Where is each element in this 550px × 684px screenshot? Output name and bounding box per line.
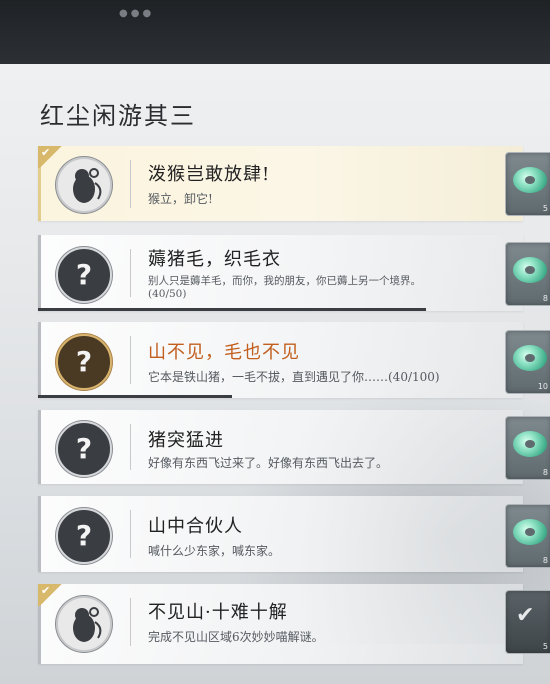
reward-slot[interactable]: 8 [505, 242, 550, 306]
quest-progress-text: (40/50) [148, 288, 187, 300]
jade-ring-icon [513, 167, 547, 193]
quest-card[interactable]: ✔ 泼猴岂敢放肆! 猴立，卸它! [38, 146, 523, 221]
question-icon: ? [56, 247, 112, 303]
quest-progress-bar [38, 395, 232, 398]
jade-ring-icon [513, 431, 547, 457]
card-accent [38, 496, 41, 572]
question-icon: ? [56, 508, 112, 564]
monkey-icon [56, 157, 112, 213]
reward-count: 8 [542, 468, 548, 477]
card-accent [38, 322, 41, 398]
card-divider [130, 424, 131, 470]
card-divider [130, 510, 131, 558]
reward-count: 8 [542, 294, 548, 303]
quest-title: 不见山·十难十解 [148, 602, 288, 623]
card-accent [38, 410, 41, 484]
jade-ring-icon [513, 257, 547, 283]
quest-panel: 红尘闲游其三 ✔ 泼猴岂敢放肆! 猴立，卸它! 5 ? 薅猪毛，织毛衣 别人只是… [0, 64, 550, 684]
jade-ring-icon [513, 345, 547, 371]
reward-count: 8 [542, 556, 548, 565]
window-handle-dots: ●●● [119, 8, 155, 19]
card-divider [130, 160, 131, 208]
quest-card[interactable]: ? 薅猪毛，织毛衣 别人只是薅羊毛，而你，我的朋友，你已薅上另一个境界。 (40… [38, 235, 523, 311]
quest-title: 泼猴岂敢放肆! [148, 164, 271, 185]
quest-card[interactable]: ? 山中合伙人 喊什么少东家，喊东家。 [38, 496, 523, 572]
quest-title: 山中合伙人 [148, 516, 243, 537]
check-icon: ✔ [516, 603, 535, 628]
quest-card[interactable]: ✔ 不见山·十难十解 完成不见山区域6次妙妙喵解谜。 [38, 584, 523, 664]
card-divider [130, 598, 131, 646]
reward-count: 5 [542, 642, 548, 651]
quest-title: 薅猪毛，织毛衣 [148, 249, 281, 270]
card-accent [38, 235, 41, 311]
quest-desc: 完成不见山区域6次妙妙喵解谜。 [148, 630, 324, 644]
page-title: 红尘闲游其三 [40, 102, 196, 130]
jade-ring-icon [513, 519, 547, 545]
reward-count: 5 [542, 204, 548, 213]
quest-title: 猪突猛进 [148, 430, 224, 451]
quest-desc: 好像有东西飞过来了。好像有东西飞出去了。 [148, 456, 389, 470]
reward-slot[interactable]: 10 [505, 330, 550, 394]
monkey-icon [56, 596, 112, 652]
reward-slot-claimed[interactable]: ✔ 5 [505, 590, 550, 654]
quest-progress-bar [38, 308, 426, 311]
quest-desc: 猴立，卸它! [148, 192, 213, 206]
quest-desc: 别人只是薅羊毛，而你，我的朋友，你已薅上另一个境界。 [148, 275, 421, 287]
quest-card[interactable]: ? 山不见，毛也不见 它本是铁山猪，一毛不拔，直到遇见了你……(40/100) [38, 322, 523, 398]
quest-desc: 喊什么少东家，喊东家。 [148, 544, 281, 558]
quest-title: 山不见，毛也不见 [148, 342, 300, 363]
reward-slot[interactable]: 8 [505, 504, 550, 568]
card-divider [130, 336, 131, 384]
reward-count: 10 [537, 382, 548, 391]
quest-card[interactable]: ? 猪突猛进 好像有东西飞过来了。好像有东西飞出去了。 [38, 410, 523, 484]
top-bar: ●●● [0, 0, 550, 64]
reward-slot[interactable]: 5 [505, 152, 550, 216]
question-icon: ? [56, 421, 112, 477]
quest-desc: 它本是铁山猪，一毛不拔，直到遇见了你……(40/100) [148, 370, 440, 384]
reward-slot[interactable]: 8 [505, 416, 550, 480]
card-divider [130, 249, 131, 297]
question-icon: ? [56, 334, 112, 390]
